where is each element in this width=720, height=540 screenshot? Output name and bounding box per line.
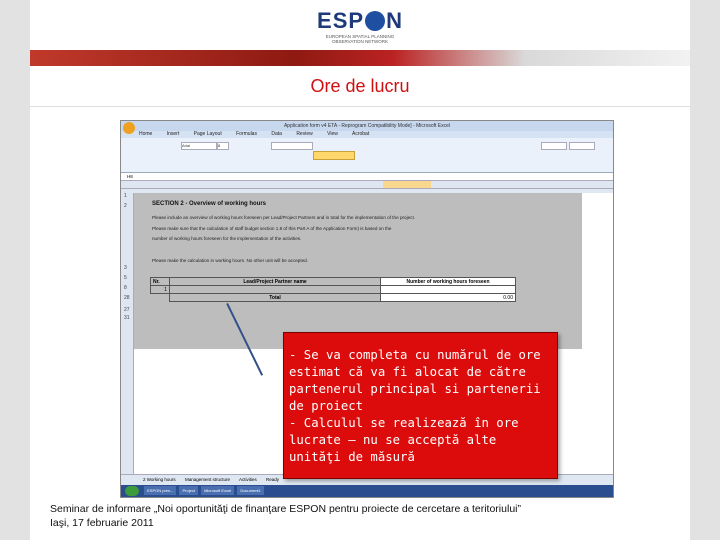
row-number: 27 xyxy=(124,307,130,313)
row-number: 3 xyxy=(124,265,127,271)
logo-text-right: N xyxy=(386,8,403,33)
logo-text-left: ESP xyxy=(317,8,365,33)
font-size-box[interactable]: 8 xyxy=(217,142,229,150)
total-label: Total xyxy=(169,293,381,302)
row-number: 2 xyxy=(124,203,127,209)
selected-column xyxy=(383,181,431,188)
espon-logo: ESP N EUROPEAN SPATIAL PLANNING OBSERVATI… xyxy=(300,8,420,54)
sheet-tab-management[interactable]: Management structure xyxy=(185,477,230,482)
instruction-line: Please make the calculation in working h… xyxy=(152,258,309,263)
ribbon-tabs: Home Insert Page Layout Formulas Data Re… xyxy=(121,131,613,138)
sheet-tab-activities[interactable]: Activities xyxy=(239,477,257,482)
instruction-line: number of working hours foreseen for the… xyxy=(152,236,302,241)
formula-bar[interactable]: H8 xyxy=(121,173,613,181)
ribbon-tab-home[interactable]: Home xyxy=(139,131,152,137)
header-nr: Nr. xyxy=(150,277,170,286)
row-headers: 1 2 3 5 8 28 27 31 xyxy=(121,193,134,475)
callout-text: - Se va completa cu numărul de ore estim… xyxy=(289,348,541,464)
slide-title: Ore de lucru xyxy=(310,76,410,96)
working-hours-table: Nr. Lead/Project Partner name Number of … xyxy=(150,277,516,302)
footer: Seminar de informare „Noi oportunităţi d… xyxy=(50,502,521,530)
row-number: 31 xyxy=(124,315,130,321)
start-button-icon[interactable] xyxy=(125,485,139,496)
row-number: 5 xyxy=(124,275,127,281)
logo-tagline-2: OBSERVATION NETWORK xyxy=(331,39,388,44)
ribbon-tab-data[interactable]: Data xyxy=(271,131,282,137)
total-value: 0.00 xyxy=(380,293,516,302)
merge-center-button[interactable] xyxy=(313,151,355,160)
ribbon-tab-view[interactable]: View xyxy=(327,131,338,137)
table-cell[interactable] xyxy=(169,285,381,294)
taskbar-item[interactable]: ESPON pres... xyxy=(144,486,177,496)
name-box[interactable]: H8 xyxy=(127,174,133,179)
sort-filter-button[interactable] xyxy=(541,142,567,150)
table-cell[interactable]: 1 xyxy=(150,285,170,294)
instruction-line: Please make sure that the calculation of… xyxy=(152,226,392,231)
footer-line-1: Seminar de informare „Noi oportunităţi d… xyxy=(50,503,521,515)
row-number: 1 xyxy=(124,193,127,199)
table-cell[interactable] xyxy=(380,285,516,294)
footer-line-2: Iaşi, 17 februarie 2011 xyxy=(50,517,154,529)
section-title: SECTION 2 - Overview of working hours xyxy=(152,201,267,207)
eu-star-icon xyxy=(365,11,386,31)
row-number: 8 xyxy=(124,285,127,291)
find-select-button[interactable] xyxy=(569,142,595,150)
instruction-line: Please include an overview of working ho… xyxy=(152,215,416,220)
taskbar: ESPON pres... Project Microsoft Excel Do… xyxy=(121,485,613,497)
taskbar-item[interactable]: Project xyxy=(179,486,198,496)
title-divider xyxy=(30,106,690,107)
sheet-tab-working-hours[interactable]: 2 Working hours xyxy=(143,477,176,482)
left-frame xyxy=(0,0,30,540)
ribbon-tab-insert[interactable]: Insert xyxy=(167,131,180,137)
excel-title-bar: Application form v4 ETA - Reprogram Comp… xyxy=(121,121,613,131)
ribbon-tab-formulas[interactable]: Formulas xyxy=(236,131,257,137)
annotation-callout: - Se va completa cu numărul de ore estim… xyxy=(283,332,558,479)
column-headers xyxy=(121,181,613,189)
taskbar-item[interactable]: Document1 xyxy=(237,486,264,496)
font-name-box[interactable]: Arial xyxy=(181,142,217,150)
ribbon-tab-page-layout[interactable]: Page Layout xyxy=(194,131,222,137)
right-frame xyxy=(690,0,720,540)
ribbon: Arial 8 xyxy=(121,138,613,173)
table-cell xyxy=(151,294,170,302)
header-partner-name: Lead/Project Partner name xyxy=(169,277,381,286)
worksheet-area[interactable]: SECTION 2 - Overview of working hours Pl… xyxy=(134,193,582,349)
sheet-status: Ready xyxy=(266,477,280,482)
header-banner xyxy=(30,50,690,66)
office-button-icon[interactable] xyxy=(123,122,135,134)
row-number: 28 xyxy=(124,295,130,301)
taskbar-item[interactable]: Microsoft Excel xyxy=(201,486,235,496)
worksheet-empty-right[interactable] xyxy=(582,193,613,475)
header-hours: Number of working hours foreseen xyxy=(380,277,516,286)
ribbon-tab-acrobat[interactable]: Acrobat xyxy=(352,131,369,137)
ribbon-tab-review[interactable]: Review xyxy=(296,131,312,137)
wrap-text-button[interactable] xyxy=(271,142,313,150)
